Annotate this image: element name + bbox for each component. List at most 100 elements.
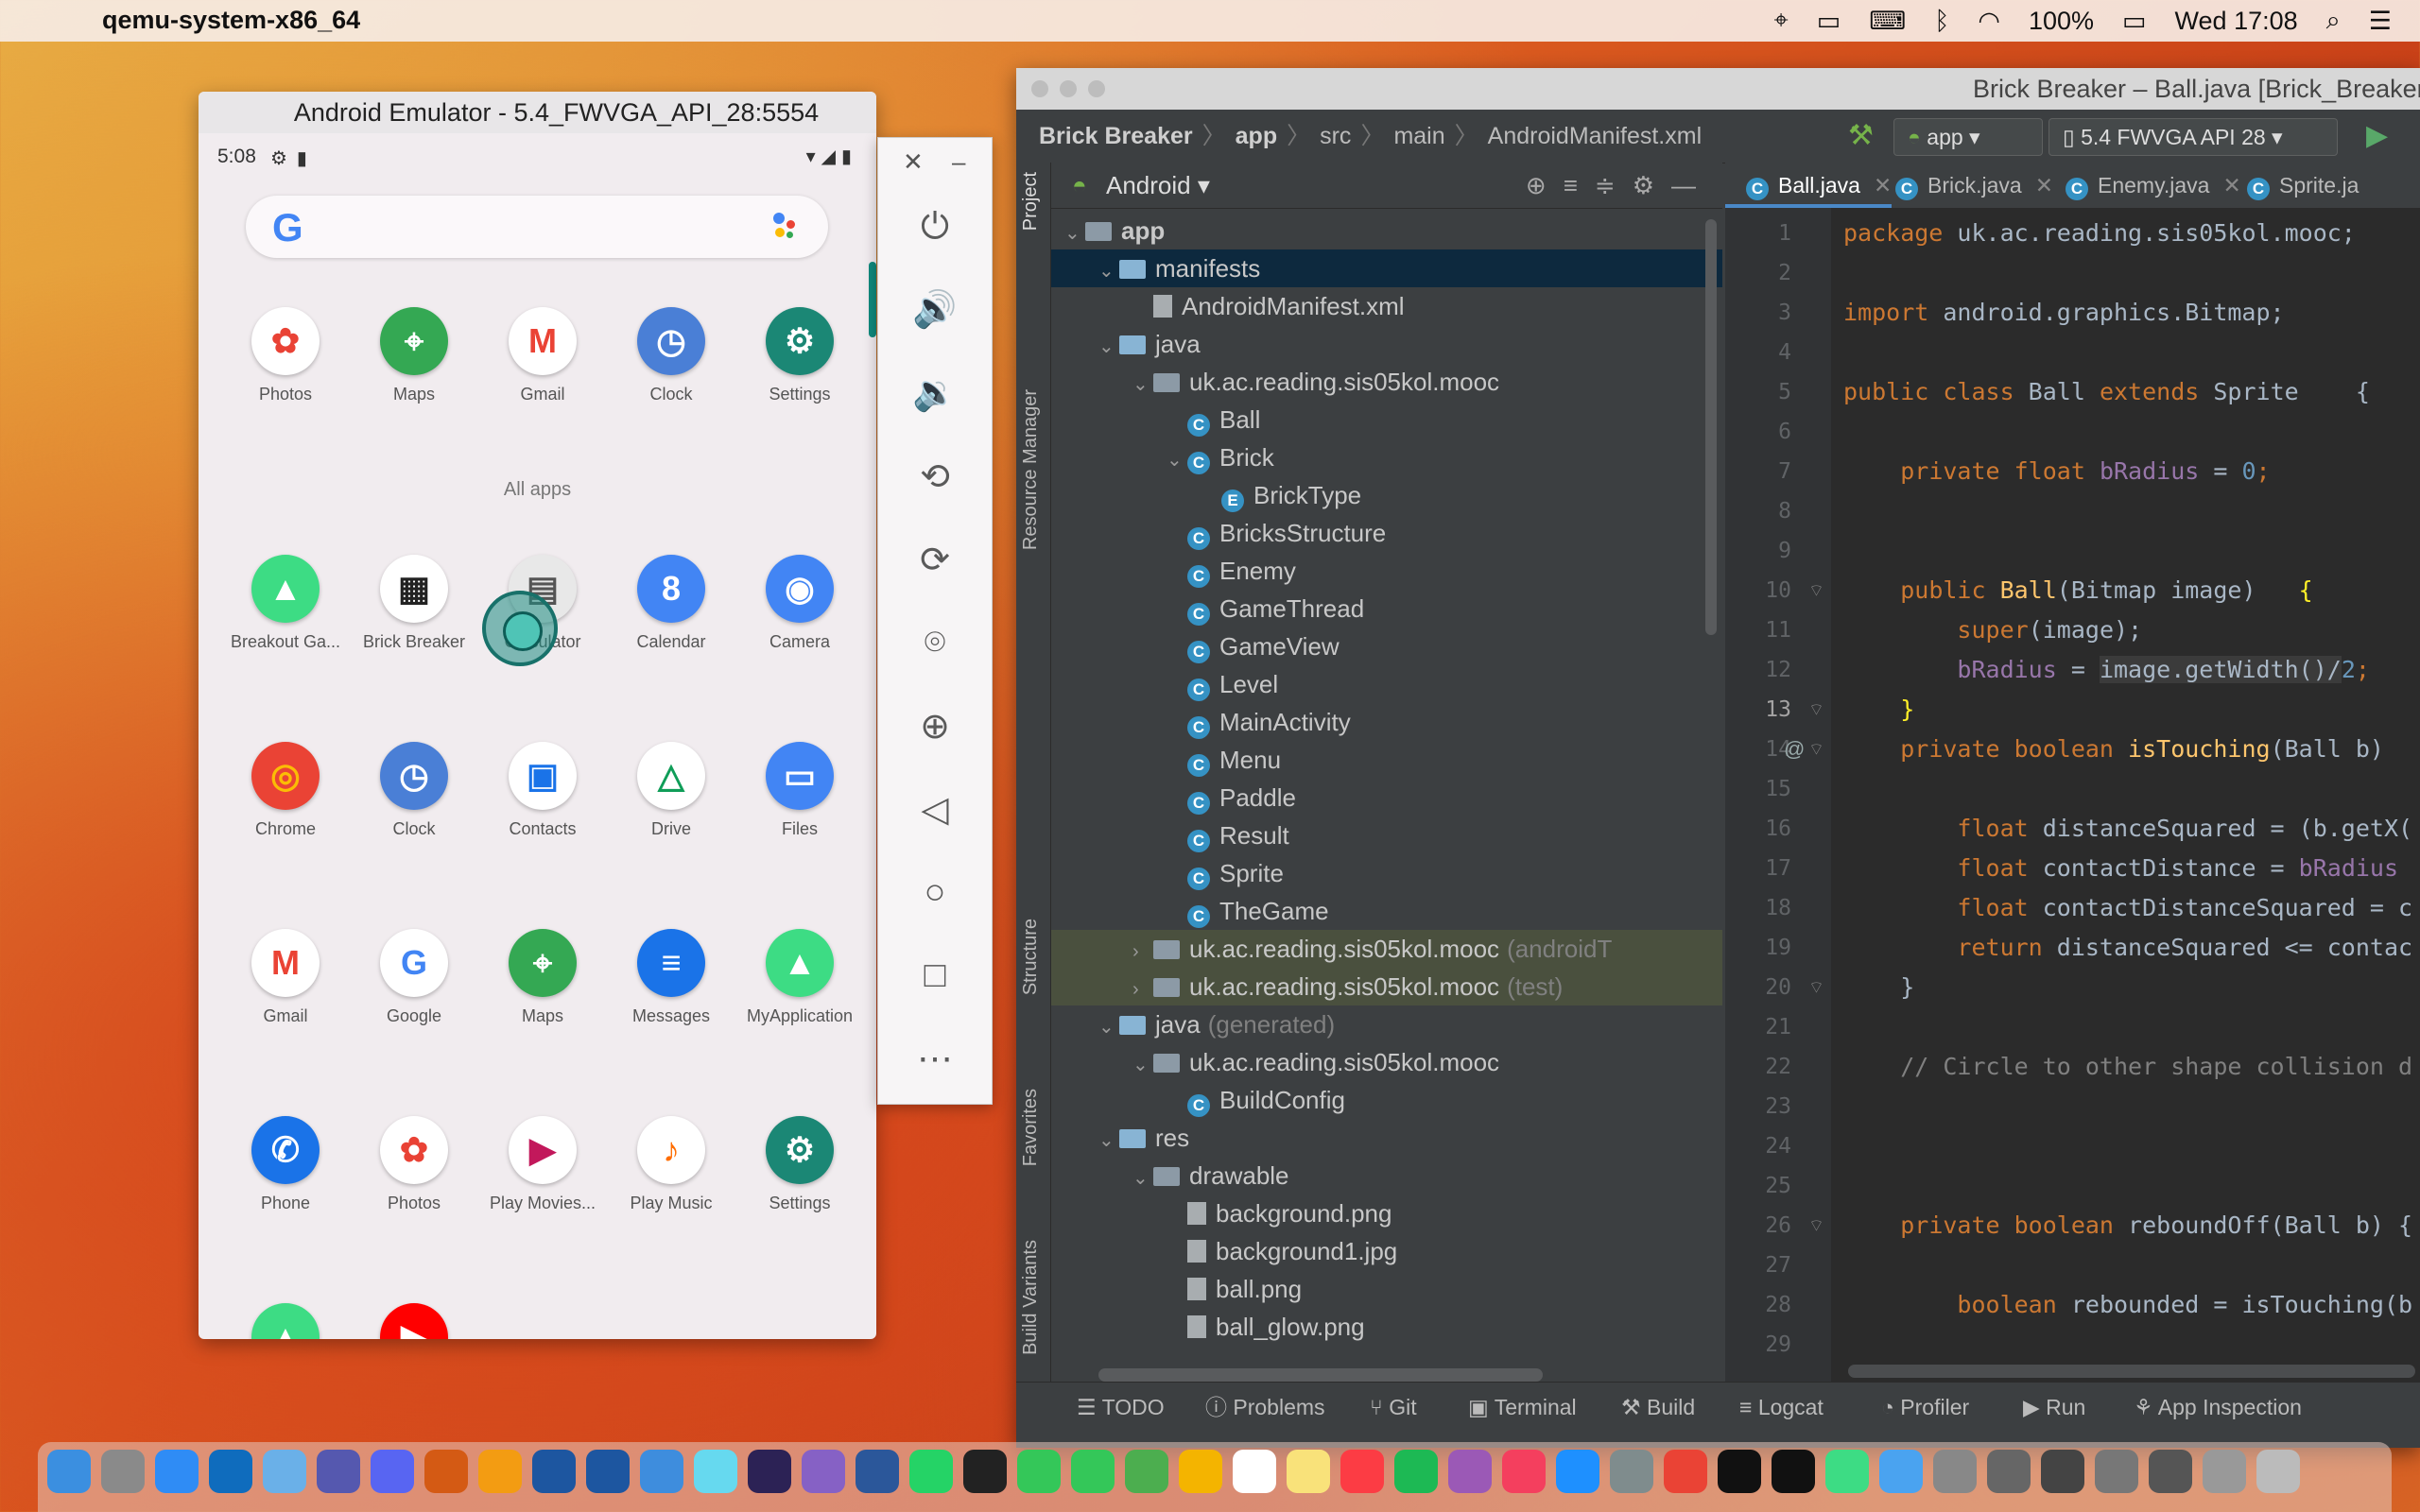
bluetooth-icon[interactable]: ᛒ [1934, 7, 1949, 36]
home-icon[interactable]: ○ [878, 850, 992, 934]
tree-node[interactable]: ⌄ java (generated) [1051, 1005, 1722, 1043]
tree-node[interactable]: background.png [1051, 1194, 1722, 1232]
tree-node[interactable]: ⌄ manifests [1051, 249, 1722, 287]
tree-node[interactable]: C Result [1051, 816, 1722, 854]
code-body[interactable]: 1 package uk.ac.reading.sis05kol.mooc; 2 3 i… [1725, 214, 2420, 1376]
breadcrumb-main[interactable]: main [1393, 123, 1444, 149]
app-gmail[interactable]: M Gmail [221, 929, 350, 1026]
app-settings[interactable]: ⚙ Settings [735, 307, 864, 404]
tree-node[interactable]: C Paddle [1051, 779, 1722, 816]
tool-terminal[interactable]: ▣ Terminal [1468, 1383, 1577, 1432]
battery-percent[interactable]: 100% [2029, 7, 2094, 36]
tree-node[interactable]: ⌄ drawable [1051, 1157, 1722, 1194]
app-calendar[interactable]: 8 Calendar [607, 555, 735, 652]
clock-text[interactable]: Wed 17:08 [2175, 7, 2298, 36]
folder-icon[interactable] [1879, 1450, 1923, 1493]
wifi-icon[interactable]: ◠ [1978, 7, 2000, 36]
expand-arrow-icon[interactable]: ⌄ [1098, 1008, 1119, 1046]
tab-build-variants[interactable]: Build Variants [1020, 1240, 1042, 1355]
overview-icon[interactable]: □ [878, 934, 992, 1017]
active-app-name[interactable]: qemu-system-x86_64 [102, 6, 360, 35]
code-line[interactable]: } [1843, 968, 1914, 1007]
window-close-button[interactable] [1031, 80, 1048, 97]
device-select[interactable]: ▯ 5.4 FWVGA API 28 ▾ [2048, 118, 2338, 156]
tree-node[interactable]: ball_glow.png [1051, 1308, 1722, 1346]
window-1-icon[interactable] [1933, 1450, 1977, 1493]
google-search-bar[interactable]: G [246, 196, 828, 258]
tool-git[interactable]: ⑂ Git [1370, 1383, 1417, 1432]
assistant-icon[interactable] [773, 213, 804, 243]
terminal-icon[interactable] [1718, 1450, 1761, 1493]
matlab-icon[interactable] [424, 1450, 468, 1493]
breadcrumb-project[interactable]: Brick Breaker [1039, 123, 1193, 149]
virtualbox-icon[interactable] [532, 1450, 576, 1493]
minimize-icon[interactable]: – [952, 147, 965, 177]
music-icon[interactable] [1340, 1450, 1384, 1493]
app-brick-breaker[interactable]: ▦ Brick Breaker [350, 555, 478, 652]
tree-node[interactable]: C Menu [1051, 741, 1722, 779]
run-config-select[interactable]: ◓ app ▾ [1893, 118, 2043, 156]
code-line[interactable]: super(image); [1843, 610, 2142, 650]
expand-arrow-icon[interactable]: ⌄ [1132, 1160, 1153, 1197]
tree-node[interactable]: ⌄ java [1051, 325, 1722, 363]
code-line[interactable]: public Ball(Bitmap image) { [1843, 571, 2313, 610]
app-maps[interactable]: ⌖ Maps [350, 307, 478, 404]
code-line[interactable]: boolean rebounded = isTouching(b [1843, 1285, 2412, 1325]
tree-node[interactable]: C GameThread [1051, 590, 1722, 627]
editor-horizontal-scrollbar[interactable] [1848, 1365, 2415, 1378]
tool-profiler[interactable]: ◔ Profiler [1881, 1383, 1969, 1432]
expand-arrow-icon[interactable]: ⌄ [1167, 441, 1187, 479]
launcher-scroll-indicator[interactable] [869, 262, 876, 337]
tab-structure[interactable]: Structure [1020, 919, 1042, 995]
volume-down-icon[interactable]: 🔉 [878, 352, 992, 435]
build-hammer-icon[interactable]: ⚒ [1848, 110, 1874, 163]
virtualbox-2-icon[interactable] [586, 1450, 630, 1493]
tree-node[interactable]: ⌄ uk.ac.reading.sis05kol.mooc [1051, 1043, 1722, 1081]
tool-app-inspection[interactable]: ⚘ App Inspection [2134, 1383, 2302, 1432]
code-line[interactable]: bRadius = image.getWidth()/2; [1843, 650, 2370, 690]
expand-arrow-icon[interactable]: ⌄ [1132, 366, 1153, 404]
tree-node[interactable]: ball.png [1051, 1270, 1722, 1308]
app-drive[interactable]: △ Drive [607, 742, 735, 839]
breadcrumb-module[interactable]: app [1236, 123, 1277, 149]
expand-arrow-icon[interactable]: › [1132, 933, 1153, 971]
tool-problems[interactable]: ⓘ Problems [1205, 1383, 1325, 1432]
window-4-icon[interactable] [2095, 1450, 2138, 1493]
project-horizontal-scrollbar[interactable] [1098, 1368, 1543, 1382]
fold-marker-icon[interactable]: ⌔ [1808, 968, 1824, 1007]
studio-titlebar[interactable]: Brick Breaker – Ball.java [Brick_Breaker [1016, 68, 2420, 110]
tab-favorites[interactable]: Favorites [1020, 1089, 1042, 1166]
tree-node[interactable]: ⌄ res [1051, 1119, 1722, 1157]
fold-marker-icon[interactable]: ⌔ [1808, 730, 1824, 769]
control-center-icon[interactable]: ☰ [2369, 7, 2392, 36]
breadcrumb-file[interactable]: AndroidManifest.xml [1488, 123, 1702, 149]
window-2-icon[interactable] [1987, 1450, 2031, 1493]
tool-run[interactable]: ▶ Run [2023, 1383, 2085, 1432]
project-view-select[interactable]: Android ▾ [1106, 163, 1210, 208]
photos-icon[interactable] [1179, 1450, 1222, 1493]
code-line[interactable]: private boolean reboundOff(Ball b) { [1843, 1206, 2412, 1246]
tool-logcat[interactable]: ≡ Logcat [1739, 1383, 1824, 1432]
app-clock[interactable]: ◷ Clock [607, 307, 735, 404]
calendar-icon[interactable] [1233, 1450, 1276, 1493]
maps-icon[interactable] [1125, 1450, 1168, 1493]
tree-node[interactable]: › uk.ac.reading.sis05kol.mooc (androidT [1051, 930, 1722, 968]
system-preferences-icon[interactable] [1610, 1450, 1653, 1493]
atom-icon[interactable] [694, 1450, 737, 1493]
emulator-title[interactable]: Android Emulator - 5.4_FWVGA_API_28:5554 [199, 92, 876, 133]
app-store-icon[interactable] [1556, 1450, 1599, 1493]
volume-up-icon[interactable]: 🔊 [878, 268, 992, 352]
tool-build[interactable]: ⚒ Build [1621, 1383, 1695, 1432]
tree-node[interactable]: C Sprite [1051, 854, 1722, 892]
outlook-icon[interactable] [209, 1450, 252, 1493]
tree-node[interactable]: C Level [1051, 665, 1722, 703]
trash-icon[interactable] [2256, 1450, 2300, 1493]
app-youtube-partial[interactable]: ▶ [350, 1303, 478, 1339]
tree-node[interactable]: C Ball [1051, 401, 1722, 438]
app-settings[interactable]: ⚙ Settings [735, 1116, 864, 1213]
code-line[interactable]: public class Ball extends Sprite { [1843, 372, 2370, 412]
app-camera[interactable]: ◉ Camera [735, 555, 864, 652]
locate-icon[interactable]: ⊕ [1526, 171, 1564, 199]
project-vertical-scrollbar[interactable] [1705, 219, 1717, 635]
window-minimize-button[interactable] [1060, 80, 1077, 97]
